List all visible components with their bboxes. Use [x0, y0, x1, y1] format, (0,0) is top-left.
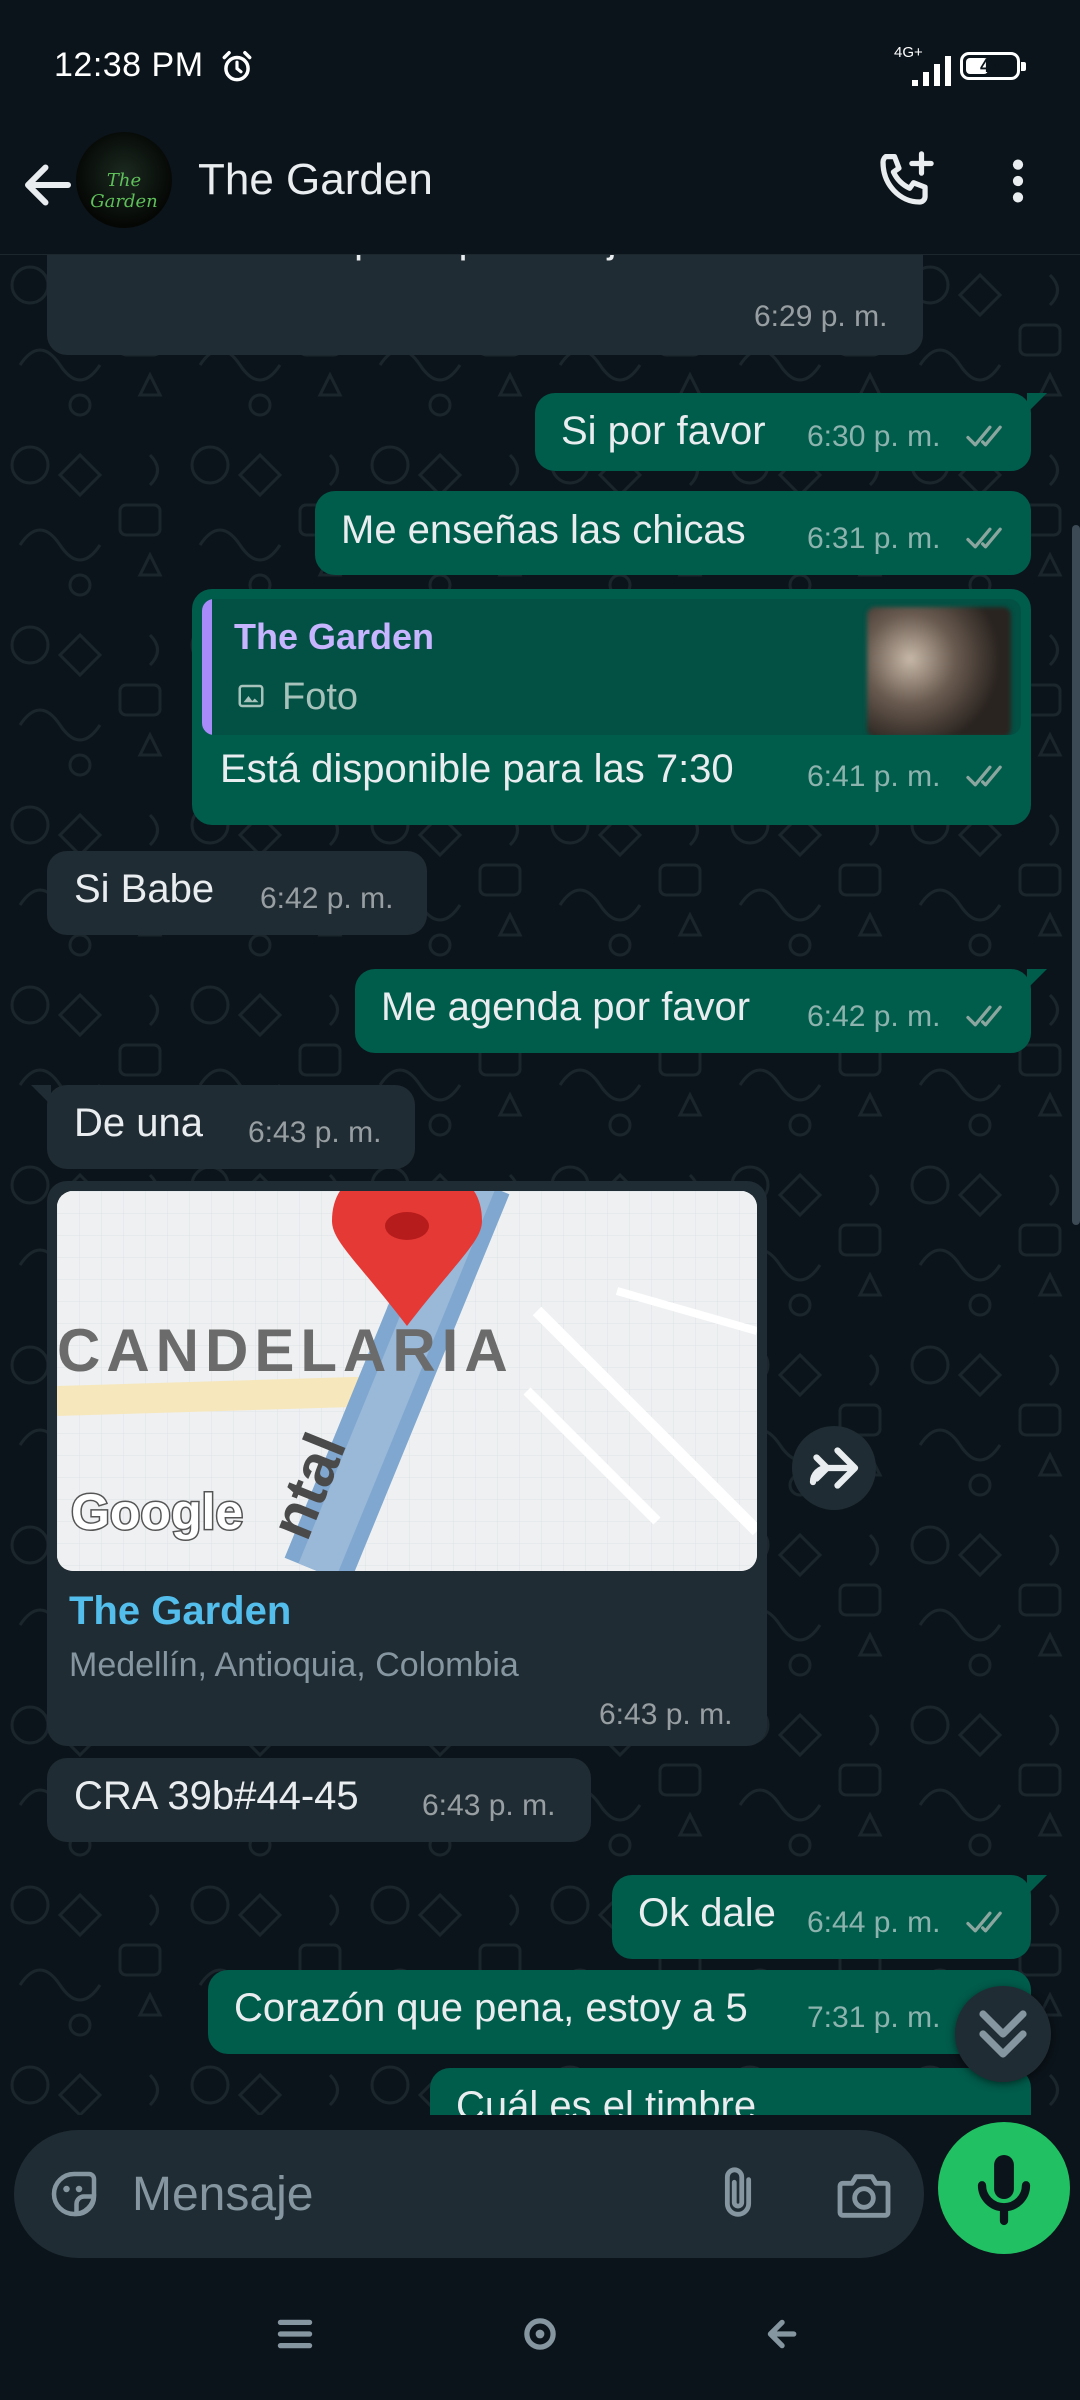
- message-time: 6:42 p. m.: [260, 882, 394, 915]
- map-area-label: CANDELARIA: [57, 1317, 514, 1384]
- message-text: Si por favor: [561, 409, 766, 453]
- photo-icon: [238, 684, 264, 708]
- add-call-icon[interactable]: [872, 147, 938, 213]
- nav-home-icon[interactable]: [505, 2299, 575, 2369]
- scrollbar[interactable]: [1072, 525, 1080, 1225]
- avatar[interactable]: The Garden: [76, 132, 172, 228]
- message-input-container: [14, 2130, 924, 2258]
- more-vert-icon[interactable]: [990, 151, 1046, 211]
- quote-thumbnail: [867, 607, 1011, 735]
- map-preview[interactable]: CANDELARIA ntal Google: [57, 1191, 757, 1571]
- status-time: 12:38 PM: [54, 46, 204, 84]
- message-text: dos mamacitas para que escojas .: [74, 255, 681, 263]
- chat-header: The Garden The Garden: [0, 125, 1080, 255]
- message-time: 6:43 p. m.: [422, 1789, 556, 1822]
- chevron-double-down-icon: [979, 2010, 1027, 2058]
- message-incoming[interactable]: dos mamacitas para que escojas . 6:29 p.…: [47, 255, 923, 355]
- message-text: Si Babe: [74, 867, 215, 911]
- double-check-icon: [966, 425, 1002, 447]
- message-incoming[interactable]: De una 6:43 p. m.: [31, 1085, 415, 1169]
- double-check-icon: [966, 527, 1002, 549]
- map-brand-label: Google: [71, 1484, 243, 1540]
- contact-name[interactable]: The Garden: [198, 155, 433, 205]
- back-arrow-icon[interactable]: [18, 155, 78, 215]
- message-incoming[interactable]: CRA 39b#44-45 6:43 p. m.: [47, 1758, 591, 1842]
- location-message[interactable]: CANDELARIA ntal Google The Garden Medell…: [47, 1181, 767, 1746]
- message-text: Está disponible para las 7:30: [220, 747, 734, 791]
- location-title: The Garden: [69, 1589, 292, 1633]
- forward-icon: [809, 1447, 859, 1489]
- composer: [0, 2115, 1080, 2275]
- message-time: 7:31 p. m.: [807, 2001, 941, 2034]
- location-address: Medellín, Antioquia, Colombia: [69, 1646, 519, 1684]
- whatsapp-chat-screen: 12:38 PM 4G+ 42 The Garden The Garden 6:…: [0, 0, 1080, 2400]
- sticker-icon[interactable]: [44, 2164, 104, 2224]
- message-outgoing[interactable]: Ok dale 6:44 p. m.: [612, 1875, 1047, 1959]
- message-time: 6:41 p. m.: [807, 760, 941, 793]
- system-nav-bar: [0, 2275, 1080, 2400]
- forward-button[interactable]: [792, 1426, 876, 1510]
- scroll-down-button[interactable]: [955, 1986, 1051, 2082]
- alarm-icon: [222, 51, 252, 82]
- nav-back-icon[interactable]: [750, 2299, 820, 2369]
- nav-menu-icon[interactable]: [260, 2299, 330, 2369]
- message-time: 6:30 p. m.: [807, 420, 941, 453]
- message-text: Cuál es el timbre: [456, 2084, 757, 2115]
- message-input[interactable]: [132, 2154, 672, 2234]
- message-text: Me agenda por favor: [381, 985, 751, 1029]
- message-time: 6:43 p. m.: [599, 1698, 733, 1731]
- double-check-icon: [966, 1911, 1002, 1933]
- message-text: De una: [74, 1101, 203, 1145]
- camera-icon[interactable]: [832, 2162, 896, 2226]
- map-image: CANDELARIA ntal Google: [57, 1191, 757, 1571]
- battery-level: 42: [979, 56, 1001, 76]
- status-bar: 12:38 PM 4G+ 42: [0, 0, 1080, 125]
- message-time: 6:44 p. m.: [807, 1906, 941, 1939]
- message-text: Ok dale: [638, 1891, 776, 1935]
- message-outgoing[interactable]: Cuál es el timbre: [430, 2068, 1031, 2115]
- double-check-icon: [966, 765, 1002, 787]
- message-outgoing[interactable]: Me agenda por favor 6:42 p. m.: [355, 969, 1047, 1053]
- message-text: Me enseñas las chicas: [341, 508, 746, 552]
- message-time: 6:43 p. m.: [248, 1116, 382, 1149]
- message-time: 6:31 p. m.: [807, 522, 941, 555]
- quoted-message[interactable]: The Garden Foto: [202, 599, 1021, 735]
- message-outgoing[interactable]: Me enseñas las chicas 6:31 p. m.: [315, 491, 1031, 575]
- quote-accent-bar: [202, 599, 212, 735]
- paperclip-icon[interactable]: [706, 2160, 770, 2226]
- battery-icon: 42: [960, 52, 1026, 80]
- message-text: CRA 39b#44-45: [74, 1774, 359, 1818]
- avatar-text: The Garden: [90, 170, 158, 212]
- message-text: Corazón que pena, estoy a 5: [234, 1986, 748, 2030]
- message-outgoing-reply[interactable]: The Garden Foto Está disponible para las…: [192, 589, 1031, 825]
- mic-icon: [977, 2155, 1031, 2226]
- voice-record-button[interactable]: [938, 2122, 1070, 2254]
- message-list[interactable]: dos mamacitas para que escojas . 6:29 p.…: [0, 255, 1080, 2115]
- message-time: 6:29 p. m.: [754, 300, 888, 333]
- double-check-icon: [966, 1005, 1002, 1027]
- message-outgoing[interactable]: Si por favor 6:30 p. m.: [535, 393, 1047, 471]
- message-incoming[interactable]: Si Babe 6:42 p. m.: [47, 851, 427, 935]
- message-time: 6:42 p. m.: [807, 1000, 941, 1033]
- quote-sender: The Garden: [234, 616, 435, 657]
- message-outgoing[interactable]: Corazón que pena, estoy a 5 7:31 p. m.: [208, 1970, 1031, 2054]
- quote-type: Foto: [282, 676, 359, 718]
